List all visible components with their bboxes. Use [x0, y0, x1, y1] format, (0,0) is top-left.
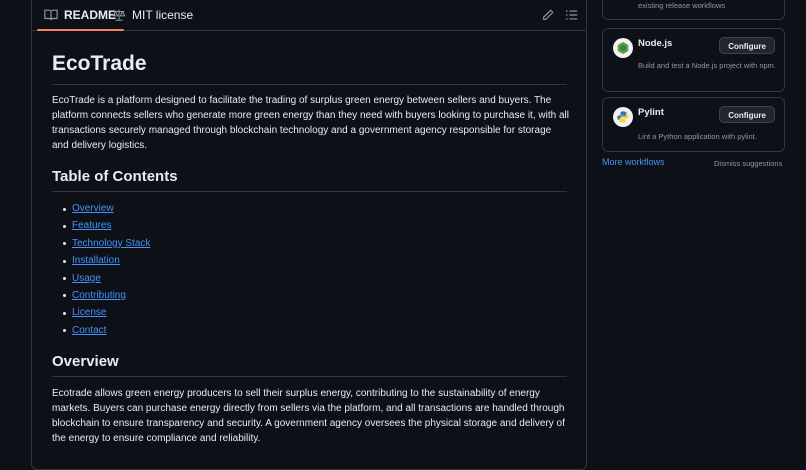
toc-link-technology-stack[interactable]: Technology Stack	[72, 238, 150, 249]
workflow-description: Lint a Python application with pylint.	[638, 132, 757, 141]
toc-link-overview[interactable]: Overview	[72, 203, 114, 214]
toc-item: Contact	[52, 322, 150, 339]
workflow-name: Pylint	[638, 107, 664, 118]
scale-icon	[112, 9, 126, 21]
nodejs-icon	[613, 38, 633, 58]
toc-link-usage[interactable]: Usage	[72, 273, 101, 284]
toc-item: Usage	[52, 270, 150, 287]
dismiss-suggestions-button[interactable]: Dismiss suggestions	[714, 159, 782, 168]
overview-heading: Overview	[52, 353, 567, 377]
workflow-card-partial: existing release workflows	[602, 0, 785, 20]
workflow-card-nodejs: Node.js Configure Build and test a Node.…	[602, 28, 785, 92]
workflow-card-partial-text: existing release workflows	[638, 1, 726, 10]
toc-item: Installation	[52, 252, 150, 269]
toc-item: Features	[52, 217, 150, 234]
readme-panel: README MIT license EcoTrade EcoTrade is …	[31, 0, 587, 470]
toc-item: Contributing	[52, 287, 150, 304]
intro-paragraph: EcoTrade is a platform designed to facil…	[52, 95, 569, 151]
configure-button-pylint[interactable]: Configure	[719, 106, 775, 123]
overview-paragraph: Ecotrade allows green energy producers t…	[52, 388, 565, 444]
pencil-icon[interactable]	[541, 8, 555, 22]
toc-item: Technology Stack	[52, 235, 150, 252]
toc-link-contributing[interactable]: Contributing	[72, 290, 126, 301]
book-icon	[44, 9, 58, 21]
readme-tab-bar: README MIT license	[32, 0, 586, 31]
toc-item: Overview	[52, 200, 150, 217]
toc-item: License	[52, 304, 150, 321]
toc-heading: Table of Contents	[52, 168, 567, 192]
tab-license[interactable]: MIT license	[108, 0, 197, 30]
toc-link-installation[interactable]: Installation	[72, 255, 120, 266]
toc-link-contact[interactable]: Contact	[72, 325, 106, 336]
toc-list: Overview Features Technology Stack Insta…	[52, 200, 150, 339]
workflow-card-pylint: Pylint Configure Lint a Python applicati…	[602, 97, 785, 152]
readme-title: EcoTrade	[52, 52, 567, 85]
more-workflows-link[interactable]: More workflows	[602, 157, 665, 167]
configure-button-nodejs[interactable]: Configure	[719, 37, 775, 54]
toc-link-license[interactable]: License	[72, 307, 106, 318]
toc-link-features[interactable]: Features	[72, 220, 111, 231]
python-icon	[613, 107, 633, 127]
workflow-name: Node.js	[638, 38, 673, 49]
list-icon[interactable]	[565, 8, 579, 22]
workflow-description: Build and test a Node.js project with np…	[638, 61, 776, 70]
tab-license-label: MIT license	[132, 8, 194, 22]
